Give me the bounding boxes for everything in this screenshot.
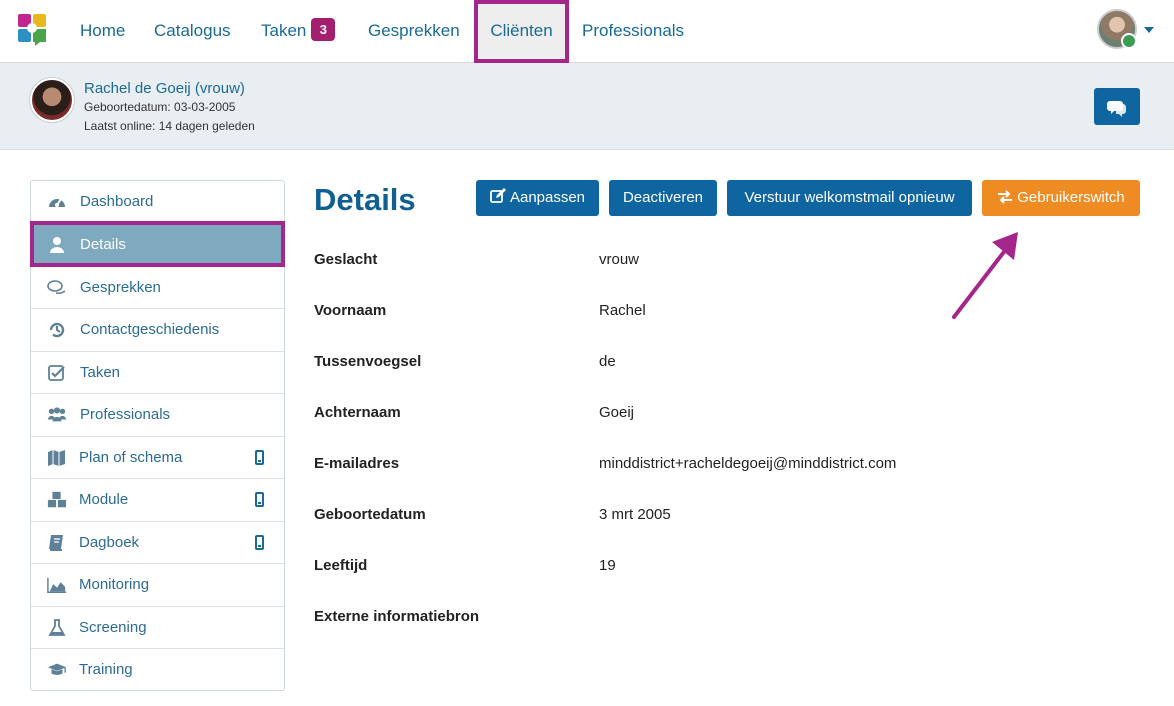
sidebar-label: Monitoring [79,576,150,593]
sidebar-item-professionals[interactable]: Professionals [31,393,284,435]
book-icon [49,535,63,551]
taken-count-badge: 3 [311,18,336,41]
user-icon [50,237,64,253]
chevron-down-icon[interactable] [1144,27,1154,33]
sidebar-item-gesprekken[interactable]: Gesprekken [31,266,284,308]
sidebar-label: Module [79,491,129,508]
sidebar-item-screening[interactable]: Screening [31,606,284,648]
sidebar-label: Dagboek [79,534,140,551]
client-last-online: Laatst online: 14 dagen geleden [84,119,255,133]
resend-button-label: Verstuur welkomstmail opnieuw [744,189,955,206]
nav-taken-label: Taken [261,21,307,40]
edit-button[interactable]: Aanpassen [476,180,599,216]
sidebar-label: Contactgeschiedenis [80,321,220,338]
minddistrict-logo-icon[interactable] [18,14,46,46]
eye-status-icon [1121,33,1137,49]
client-header: Rachel de Goeij (vrouw) Geboortedatum: 0… [0,63,1174,150]
sidebar-label: Gesprekken [80,279,161,296]
page-title: Details [314,182,416,217]
user-switch-button-label: Gebruikerswitch [1017,189,1125,206]
nav-professionals[interactable]: Professionals [582,0,684,62]
mobile-phone-icon [255,492,264,507]
history-icon [49,322,65,338]
field-value-geslacht: vrouw [599,251,640,268]
field-value-achternaam: Goeij [599,404,635,421]
nav-home[interactable]: Home [80,0,125,62]
field-value-tussenvoegsel: de [599,353,616,370]
cubes-icon [47,491,67,508]
sidebar-item-training[interactable]: Training [31,648,284,690]
chat-icon [47,280,66,295]
sidebar-label: Training [79,661,133,678]
pointer-arrow-annotation [952,232,1018,319]
mobile-phone-icon [255,535,264,550]
sidebar-item-module[interactable]: Module [31,478,284,520]
field-value-emailadres: minddistrict+racheldegoeij@minddistrict.… [599,455,897,472]
map-icon [48,450,65,466]
sidebar-label: Details [80,236,126,253]
field-value-voornaam: Rachel [599,302,646,319]
sidebar-item-taken[interactable]: Taken [31,351,284,393]
flask-icon [48,619,66,636]
field-value-leeftijd: 19 [599,557,616,574]
sidebar-item-monitoring[interactable]: Monitoring [31,563,284,605]
area-chart-icon [47,577,67,593]
exchange-icon [998,190,1013,204]
client-avatar [30,78,74,122]
sidebar-label: Plan of schema [79,449,183,466]
graduation-cap-icon [47,663,67,675]
sidebar-item-dashboard[interactable]: Dashboard [31,181,284,223]
sidebar-item-dagboek[interactable]: Dagboek [31,521,284,563]
mobile-phone-icon [255,450,264,465]
field-value-geboortedatum: 3 mrt 2005 [599,506,671,523]
field-label-geboortedatum: Geboortedatum [314,506,426,523]
client-birthdate: Geboortedatum: 03-03-2005 [84,100,236,114]
field-label-achternaam: Achternaam [314,404,401,421]
sidebar-label: Taken [80,364,121,381]
field-label-geslacht: Geslacht [314,251,378,268]
check-icon [48,365,65,381]
deactivate-button[interactable]: Deactiveren [609,180,717,216]
top-navigation: Home Catalogus Taken 3 Gesprekken Cliënte… [0,0,1174,63]
sidebar-item-contactgeschiedenis[interactable]: Contactgeschiedenis [31,308,284,350]
chat-bubbles-icon [1107,101,1126,117]
sidebar-item-plan-of-schema[interactable]: Plan of schema [31,436,284,478]
dashboard-icon [49,198,65,207]
nav-clienten[interactable]: Cliënten [474,0,569,62]
group-icon [47,407,67,422]
user-switch-button[interactable]: Gebruikerswitch [982,180,1140,216]
nav-taken[interactable]: Taken 3 [261,0,336,62]
sidebar-label: Screening [79,619,147,636]
field-label-tussenvoegsel: Tussenvoegsel [314,353,422,370]
nav-catalogus[interactable]: Catalogus [154,0,231,62]
sidebar-item-details[interactable]: Details [31,223,284,265]
nav-gesprekken[interactable]: Gesprekken [368,0,460,62]
chat-button[interactable] [1094,88,1140,125]
field-label-externe-informatiebron: Externe informatiebron [314,608,480,625]
field-label-leeftijd: Leeftijd [314,557,368,574]
edit-button-label: Aanpassen [509,189,586,206]
sidebar-label: Dashboard [80,193,154,210]
field-label-voornaam: Voornaam [314,302,387,319]
field-label-emailadres: E-mailadres [314,455,400,472]
deactivate-button-label: Deactiveren [622,189,704,206]
edit-icon [490,188,506,203]
resend-welcome-mail-button[interactable]: Verstuur welkomstmail opnieuw [727,180,972,216]
client-sidebar: Dashboard Details Gesprekken Contactgesc… [30,180,285,691]
client-name[interactable]: Rachel de Goeij (vrouw) [84,80,245,97]
sidebar-label: Professionals [80,406,171,423]
